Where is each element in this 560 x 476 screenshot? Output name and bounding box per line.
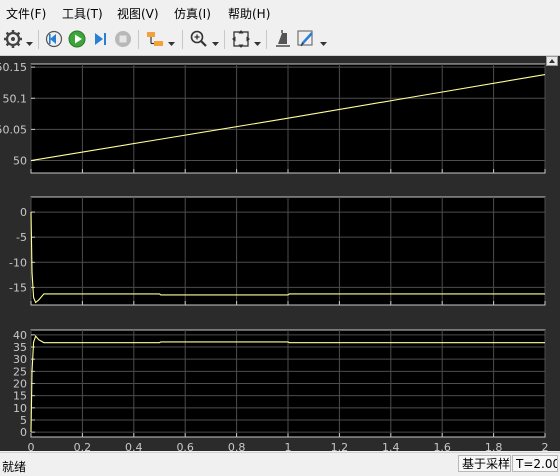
- y-tick-label: 50.15: [0, 61, 27, 74]
- scope-plot-area: 5050.0550.150.150-5-10-15403530252015105…: [0, 56, 560, 454]
- sample-mode: 基于采样: [458, 455, 511, 472]
- fit-to-view-icon[interactable]: [231, 29, 251, 49]
- y-tick-label: -15: [9, 281, 27, 294]
- y-tick-label: 25: [13, 365, 27, 378]
- y-tick-label: 40: [13, 329, 27, 342]
- menu-file[interactable]: 文件(F): [6, 5, 46, 22]
- x-tick-label: 1.8: [485, 441, 503, 451]
- x-tick-label: 0: [28, 441, 35, 451]
- x-tick-label: 0.8: [228, 441, 246, 451]
- highlight-icon[interactable]: [145, 29, 165, 49]
- zoom-icon[interactable]: [189, 29, 209, 49]
- menu-bar: 文件(F) 工具(T) 视图(V) 仿真(I) 帮助(H): [0, 0, 560, 24]
- menu-tools[interactable]: 工具(T): [62, 5, 103, 22]
- style-dropdown-chevron-icon[interactable]: [320, 36, 327, 46]
- x-tick-label: 0.6: [176, 441, 194, 451]
- toolbar-separator: [266, 30, 267, 49]
- y-tick-label: 50: [13, 155, 27, 168]
- x-tick-label: 1: [285, 441, 292, 451]
- highlight-dropdown-chevron-icon[interactable]: [168, 36, 175, 46]
- run-icon[interactable]: [67, 29, 87, 49]
- x-tick-label: 0.2: [74, 441, 92, 451]
- y-tick-label: 35: [13, 341, 27, 354]
- toolbar-separator: [38, 30, 39, 49]
- y-tick-label: -5: [16, 231, 27, 244]
- toolbar-separator: [182, 30, 183, 49]
- x-tick-label: 1.6: [433, 441, 451, 451]
- gear-dropdown-chevron-icon[interactable]: [26, 36, 33, 46]
- cursor-measure-icon[interactable]: [273, 29, 293, 49]
- x-tick-label: 1.4: [382, 441, 400, 451]
- status-text: 就绪: [2, 460, 27, 474]
- y-tick-label: 50.1: [3, 92, 28, 105]
- menu-help[interactable]: 帮助(H): [228, 5, 270, 22]
- gear-icon[interactable]: [3, 29, 23, 49]
- toolbar-separator: [138, 30, 139, 49]
- y-tick-label: 30: [13, 353, 27, 366]
- x-tick-label: 2: [542, 441, 549, 451]
- menu-view[interactable]: 视图(V): [117, 5, 159, 22]
- stop-icon[interactable]: [113, 29, 133, 49]
- scope-plots: 5050.0550.150.150-5-10-15403530252015105…: [0, 61, 549, 454]
- undock-icon[interactable]: [546, 56, 558, 66]
- y-tick-label: 0: [20, 206, 27, 219]
- y-tick-label: -10: [9, 256, 27, 269]
- y-tick-label: 15: [13, 390, 27, 403]
- step-forward-icon[interactable]: [90, 29, 110, 49]
- zoom-dropdown-chevron-icon[interactable]: [212, 36, 219, 46]
- y-tick-label: 50.05: [0, 123, 27, 136]
- sim-time: T=2.000: [512, 455, 558, 472]
- style-icon[interactable]: [296, 29, 316, 49]
- x-tick-label: 1.2: [331, 441, 349, 451]
- y-tick-label: 10: [13, 402, 27, 415]
- y-tick-label: 0: [20, 426, 27, 439]
- toolbar: [0, 24, 560, 56]
- rewind-icon[interactable]: [44, 29, 64, 49]
- toolbar-separator: [224, 30, 225, 49]
- status-bar: 就绪 基于采样 T=2.000: [0, 452, 560, 476]
- menu-simulation[interactable]: 仿真(I): [174, 5, 211, 22]
- fit-dropdown-chevron-icon[interactable]: [254, 36, 261, 46]
- y-tick-label: 5: [20, 414, 27, 427]
- x-tick-label: 0.4: [125, 441, 143, 451]
- y-tick-label: 20: [13, 378, 27, 391]
